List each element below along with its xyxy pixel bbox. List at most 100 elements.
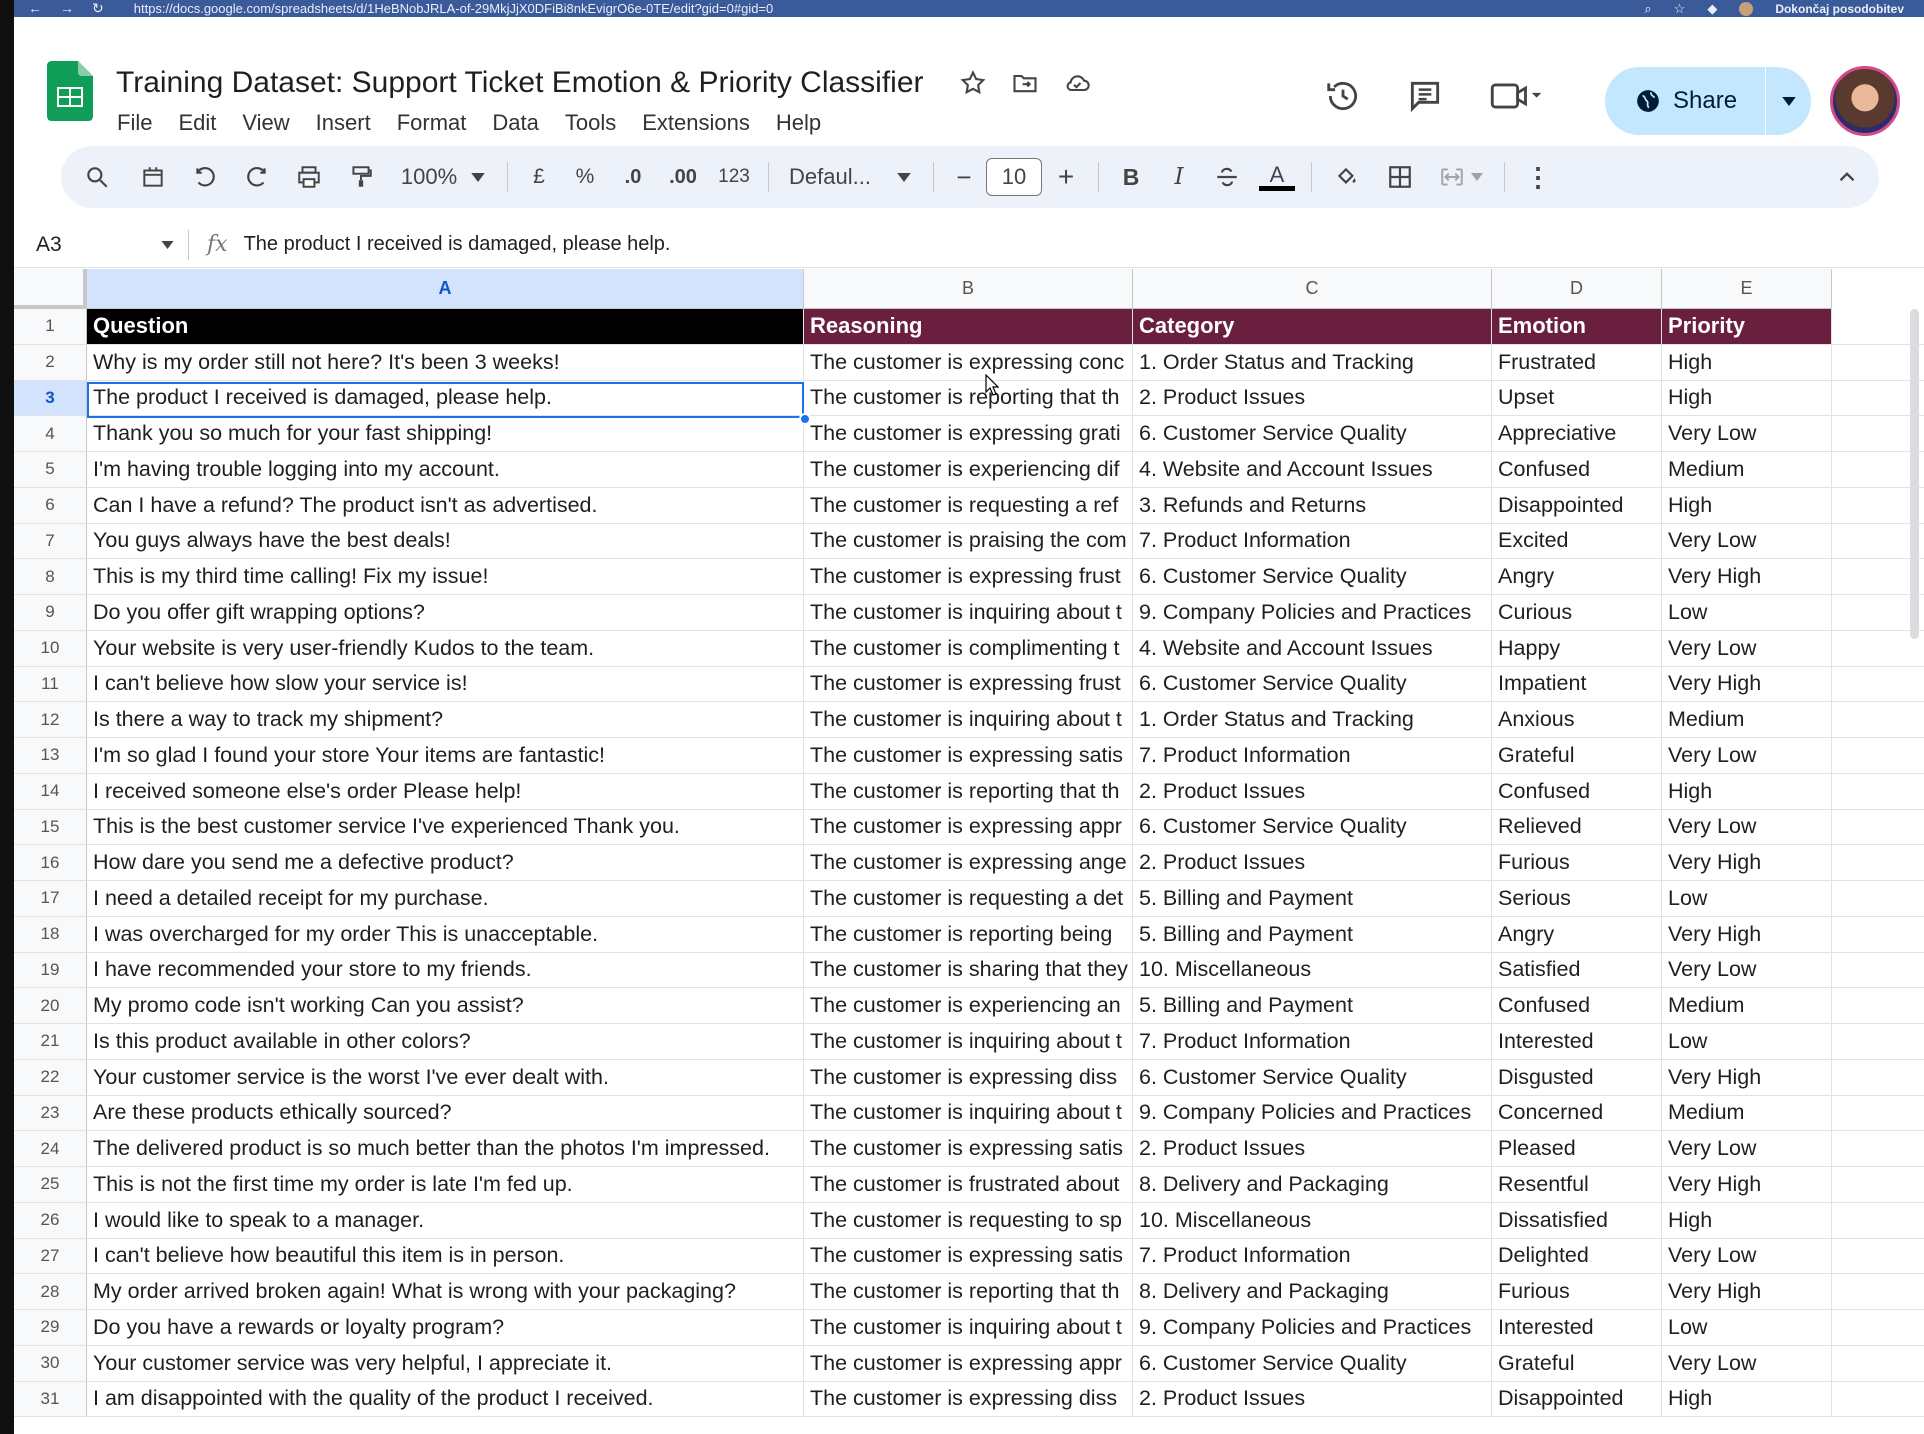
cell[interactable]: This is not the first time my order is l… [87, 1167, 804, 1202]
cell[interactable]: Very Low [1662, 738, 1832, 773]
cell[interactable]: High [1662, 344, 1832, 380]
cell[interactable]: 1. Order Status and Tracking [1133, 702, 1492, 737]
row-number[interactable]: 3 [14, 380, 87, 416]
menu-format[interactable]: Format [397, 110, 467, 136]
cell[interactable]: Concerned [1492, 1095, 1662, 1131]
cell[interactable]: 7. Product Information [1133, 1238, 1492, 1274]
cell[interactable]: Very Low [1662, 1345, 1832, 1381]
cell[interactable]: Happy [1492, 630, 1662, 666]
cell[interactable]: Very Low [1662, 416, 1832, 451]
row-number[interactable]: 17 [14, 881, 87, 916]
cell[interactable]: Furious [1492, 845, 1662, 880]
redo-icon[interactable] [231, 157, 283, 197]
cell[interactable]: Interested [1492, 1310, 1662, 1345]
cell[interactable]: The customer is expressing diss [804, 1059, 1133, 1095]
cell[interactable]: I can't believe how beautiful this item … [87, 1238, 804, 1274]
cell[interactable]: The customer is inquiring about t [804, 702, 1133, 737]
back-arrow-icon[interactable]: ← [28, 0, 42, 17]
row-number[interactable]: 2 [14, 344, 87, 380]
print-icon[interactable] [283, 157, 335, 197]
row-number[interactable]: 14 [14, 773, 87, 809]
select-all-corner[interactable] [14, 269, 87, 309]
cell[interactable]: This is the best customer service I've e… [87, 809, 804, 845]
bookmark-star-icon[interactable]: ☆ [1674, 1, 1686, 17]
currency-format-button[interactable]: £ [516, 157, 562, 197]
update-button[interactable]: Dokončaj posodobitev [1775, 2, 1904, 16]
cell[interactable]: 6. Customer Service Quality [1133, 559, 1492, 594]
row-number[interactable]: 19 [14, 952, 87, 988]
cell[interactable]: Your customer service was very helpful, … [87, 1345, 804, 1381]
font-select[interactable]: Defaul... [777, 157, 925, 197]
row-number[interactable]: 11 [14, 666, 87, 702]
cell[interactable]: Very High [1662, 1274, 1832, 1309]
cell[interactable]: Is there a way to track my shipment? [87, 702, 804, 737]
cell[interactable]: I would like to speak to a manager. [87, 1202, 804, 1238]
menu-insert[interactable]: Insert [316, 110, 371, 136]
column-header-e[interactable]: E [1662, 269, 1832, 309]
cell[interactable]: The customer is complimenting t [804, 630, 1133, 666]
cell[interactable]: Very High [1662, 845, 1832, 880]
cell[interactable]: Relieved [1492, 809, 1662, 845]
cell[interactable]: Very Low [1662, 523, 1832, 559]
formula-input[interactable]: The product I received is damaged, pleas… [244, 233, 671, 256]
cell[interactable]: Do you offer gift wrapping options? [87, 595, 804, 630]
cell[interactable]: Is this product available in other color… [87, 1024, 804, 1059]
reload-icon[interactable]: ↻ [92, 0, 104, 17]
cell[interactable]: High [1662, 1202, 1832, 1238]
row-number[interactable]: 25 [14, 1167, 87, 1202]
cell[interactable]: I'm so glad I found your store Your item… [87, 738, 804, 773]
cell[interactable]: Medium [1662, 452, 1832, 487]
cell[interactable]: 9. Company Policies and Practices [1133, 595, 1492, 630]
cell[interactable]: Disappointed [1492, 487, 1662, 523]
cell[interactable]: The customer is requesting a ref [804, 487, 1133, 523]
cell[interactable]: 2. Product Issues [1133, 773, 1492, 809]
cell[interactable]: Medium [1662, 1095, 1832, 1131]
cell[interactable]: Furious [1492, 1274, 1662, 1309]
row-number[interactable]: 9 [14, 595, 87, 630]
cell[interactable]: Very Low [1662, 630, 1832, 666]
cell[interactable]: You guys always have the best deals! [87, 523, 804, 559]
bold-button[interactable]: B [1107, 157, 1155, 197]
cell[interactable]: This is my third time calling! Fix my is… [87, 559, 804, 594]
strikethrough-icon[interactable] [1203, 157, 1251, 197]
cell[interactable]: The customer is requesting to sp [804, 1202, 1133, 1238]
cell[interactable]: The customer is expressing conc [804, 344, 1133, 380]
menu-help[interactable]: Help [776, 110, 821, 136]
cell[interactable]: 6. Customer Service Quality [1133, 1345, 1492, 1381]
cell[interactable]: 3. Refunds and Returns [1133, 487, 1492, 523]
cell[interactable]: 8. Delivery and Packaging [1133, 1167, 1492, 1202]
cell[interactable]: The customer is expressing satis [804, 738, 1133, 773]
cell[interactable]: Excited [1492, 523, 1662, 559]
cell[interactable]: 4. Website and Account Issues [1133, 452, 1492, 487]
star-icon[interactable] [959, 69, 987, 97]
row-number[interactable]: 13 [14, 738, 87, 773]
cell[interactable]: Anxious [1492, 702, 1662, 737]
cell[interactable]: Disgusted [1492, 1059, 1662, 1095]
row-number[interactable]: 4 [14, 416, 87, 451]
cell[interactable]: 10. Miscellaneous [1133, 1202, 1492, 1238]
chevron-down-icon[interactable] [1781, 96, 1796, 106]
document-title[interactable]: Training Dataset: Support Ticket Emotion… [116, 66, 924, 100]
row-number[interactable]: 26 [14, 1202, 87, 1238]
cell[interactable]: 5. Billing and Payment [1133, 916, 1492, 952]
font-size-minus-button[interactable]: − [942, 157, 986, 197]
row-number[interactable]: 12 [14, 702, 87, 737]
cell[interactable]: High [1662, 1381, 1832, 1417]
paint-format-icon[interactable] [335, 157, 387, 197]
cell[interactable]: The customer is praising the com [804, 523, 1133, 559]
vertical-scrollbar[interactable] [1907, 269, 1921, 649]
cell[interactable]: The customer is expressing appr [804, 809, 1133, 845]
cell[interactable]: The customer is frustrated about [804, 1167, 1133, 1202]
menu-edit[interactable]: Edit [178, 110, 216, 136]
row-number[interactable]: 28 [14, 1274, 87, 1309]
extension-icon[interactable]: ◆ [1707, 1, 1717, 17]
cell[interactable]: Serious [1492, 881, 1662, 916]
cell[interactable]: The customer is experiencing dif [804, 452, 1133, 487]
cell-header-emotion[interactable]: Emotion [1492, 309, 1662, 344]
cell[interactable]: Grateful [1492, 1345, 1662, 1381]
cell[interactable]: The customer is sharing that they [804, 952, 1133, 988]
menu-view[interactable]: View [242, 110, 289, 136]
cell[interactable]: Interested [1492, 1024, 1662, 1059]
cell[interactable]: The customer is expressing satis [804, 1131, 1133, 1166]
fill-handle[interactable] [799, 413, 811, 425]
